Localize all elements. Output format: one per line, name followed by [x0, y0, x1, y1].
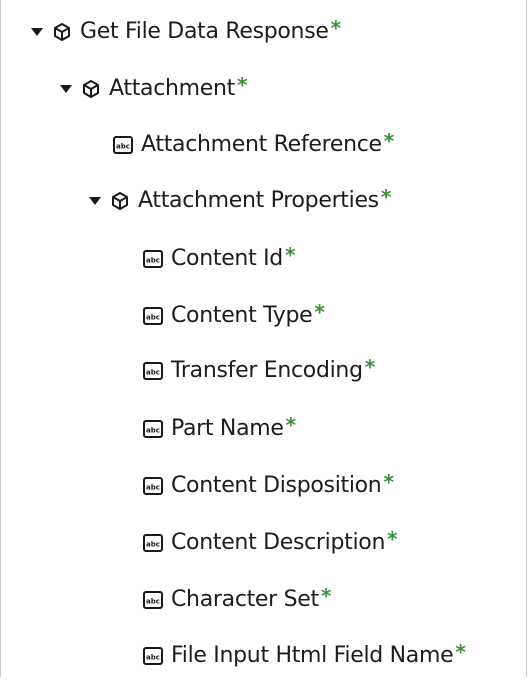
- tree-node-character-set[interactable]: abc Character Set *: [0, 571, 527, 628]
- svg-text:abc: abc: [146, 540, 160, 548]
- tree-node-attachment-properties[interactable]: Attachment Properties *: [0, 172, 527, 229]
- required-marker: *: [383, 128, 395, 153]
- tree-node-label: Content Description: [171, 530, 386, 555]
- abc-field-icon: abc: [143, 646, 163, 666]
- tree-node-transfer-encoding[interactable]: abc Transfer Encoding *: [0, 342, 527, 399]
- svg-text:abc: abc: [146, 368, 160, 376]
- required-marker: *: [320, 583, 332, 608]
- abc-field-icon: abc: [143, 249, 163, 269]
- svg-text:abc: abc: [116, 142, 130, 150]
- tree-node-label: Content Disposition: [171, 473, 382, 498]
- tree-node-label: Part Name: [171, 416, 284, 441]
- schema-tree: Get File Data Response * Attachment * ab…: [0, 0, 527, 677]
- tree-node-content-disposition[interactable]: abc Content Disposition *: [0, 457, 527, 514]
- abc-field-icon: abc: [143, 590, 163, 610]
- tree-node-file-input-html-field-name[interactable]: abc File Input Html Field Name *: [0, 627, 527, 684]
- tree-node-label: Attachment Reference: [141, 132, 382, 157]
- svg-text:abc: abc: [146, 313, 160, 321]
- tree-node-label: Attachment Properties: [138, 188, 379, 213]
- required-marker: *: [380, 184, 392, 209]
- abc-field-icon: abc: [143, 476, 163, 496]
- tree-node-label: Transfer Encoding: [171, 358, 363, 383]
- tree-node-label: Attachment: [109, 76, 235, 101]
- abc-field-icon: abc: [143, 306, 163, 326]
- required-marker: *: [236, 72, 248, 97]
- required-marker: *: [387, 526, 398, 551]
- cube-icon: [110, 191, 130, 211]
- tree-node-label: Character Set: [171, 587, 319, 612]
- tree-node-label: Content Type: [171, 303, 313, 328]
- tree-node-label: Get File Data Response: [80, 19, 329, 44]
- cube-icon: [81, 79, 101, 99]
- required-marker: *: [455, 639, 466, 664]
- required-marker: *: [285, 412, 297, 437]
- tree-node-label: Content Id: [171, 246, 283, 271]
- expand-triangle-icon[interactable]: [55, 78, 77, 100]
- cube-icon: [52, 22, 72, 42]
- required-marker: *: [383, 469, 394, 494]
- required-marker: *: [284, 242, 296, 267]
- tree-node-part-name[interactable]: abc Part Name *: [0, 400, 527, 457]
- tree-node-content-id[interactable]: abc Content Id *: [0, 230, 527, 287]
- abc-field-icon: abc: [113, 135, 133, 155]
- expand-triangle-icon[interactable]: [84, 190, 106, 212]
- tree-node-label: File Input Html Field Name: [171, 643, 454, 668]
- tree-node-attachment[interactable]: Attachment *: [0, 60, 527, 117]
- tree-node-content-type[interactable]: abc Content Type *: [0, 287, 527, 344]
- required-marker: *: [364, 354, 376, 379]
- required-marker: *: [330, 15, 342, 40]
- abc-field-icon: abc: [143, 361, 163, 381]
- required-marker: *: [314, 299, 325, 324]
- svg-text:abc: abc: [146, 483, 160, 491]
- svg-text:abc: abc: [146, 426, 160, 434]
- abc-field-icon: abc: [143, 419, 163, 439]
- svg-text:abc: abc: [146, 653, 160, 661]
- svg-text:abc: abc: [146, 597, 160, 605]
- expand-triangle-icon[interactable]: [26, 21, 48, 43]
- tree-node-attachment-reference[interactable]: abc Attachment Reference *: [0, 116, 527, 173]
- abc-field-icon: abc: [143, 533, 163, 553]
- tree-node-content-description[interactable]: abc Content Description *: [0, 514, 527, 571]
- svg-text:abc: abc: [146, 256, 160, 264]
- tree-node-get-file-data-response[interactable]: Get File Data Response *: [0, 3, 527, 60]
